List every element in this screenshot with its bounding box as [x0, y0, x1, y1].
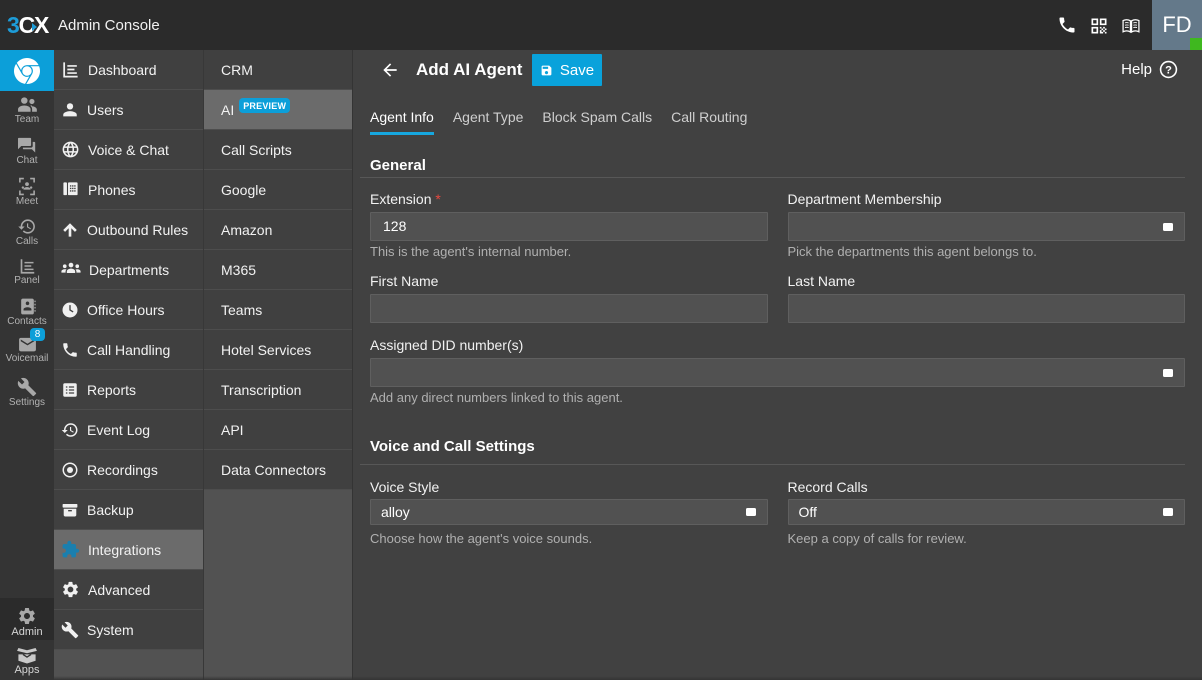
svg-text:?: ? [1165, 64, 1172, 76]
